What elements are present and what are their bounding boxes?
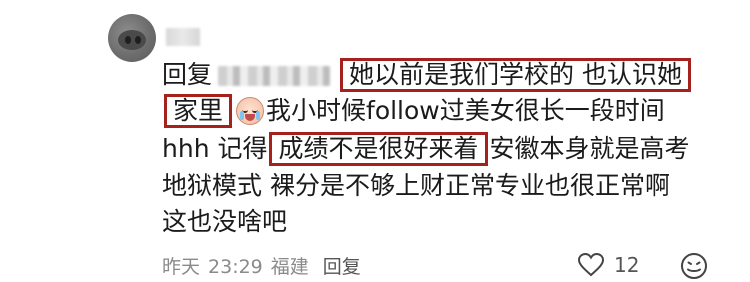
reply-prefix: 回复 xyxy=(162,60,213,89)
comment-line-2: 家里 我小时候follow过美女很长一段时间 xyxy=(162,94,665,128)
comment-time: 23:29 xyxy=(208,256,263,278)
comment-line-5: 这也没啥吧 xyxy=(162,205,287,239)
comment-line-1: 回复 她以前是我们学校的 也认识她 xyxy=(162,58,693,92)
highlighted-text-1: 她以前是我们学校的 也认识她 xyxy=(340,58,691,92)
avatar-detail xyxy=(125,36,131,44)
comment-text: 安徽本身就是高考 xyxy=(489,134,690,163)
emoji-icon[interactable] xyxy=(680,252,708,280)
comment-location: 福建 xyxy=(270,256,309,278)
comment-date: 昨天 xyxy=(162,256,201,278)
comment-text: hhh 记得 xyxy=(162,134,268,163)
avatar-detail xyxy=(135,36,141,44)
username-blurred[interactable] xyxy=(166,28,200,46)
comment-line-3: hhh 记得 成绩不是很好来着 安徽本身就是高考 xyxy=(162,132,690,166)
comment-text: 地狱模式 裸分是不够上财正常专业也很正常啊 xyxy=(162,171,670,200)
comment-text: 我小时候follow过美女很长一段时间 xyxy=(266,96,665,125)
crying-emoji-icon xyxy=(236,96,265,125)
comment-meta: 昨天 23:29 福建 回复 xyxy=(162,252,369,279)
comment-text: 这也没啥吧 xyxy=(162,207,288,236)
avatar-image xyxy=(118,30,146,50)
mention-blurred[interactable] xyxy=(218,66,331,86)
heart-icon xyxy=(578,253,604,277)
highlighted-text-2: 家里 xyxy=(164,94,233,128)
highlighted-text-3: 成绩不是很好来着 xyxy=(269,132,488,166)
like-button[interactable]: 12 xyxy=(578,252,639,278)
reply-button[interactable]: 回复 xyxy=(323,256,361,278)
comment-line-4: 地狱模式 裸分是不够上财正常专业也很正常啊 xyxy=(162,169,670,203)
like-count: 12 xyxy=(614,253,640,277)
avatar[interactable] xyxy=(108,14,156,62)
